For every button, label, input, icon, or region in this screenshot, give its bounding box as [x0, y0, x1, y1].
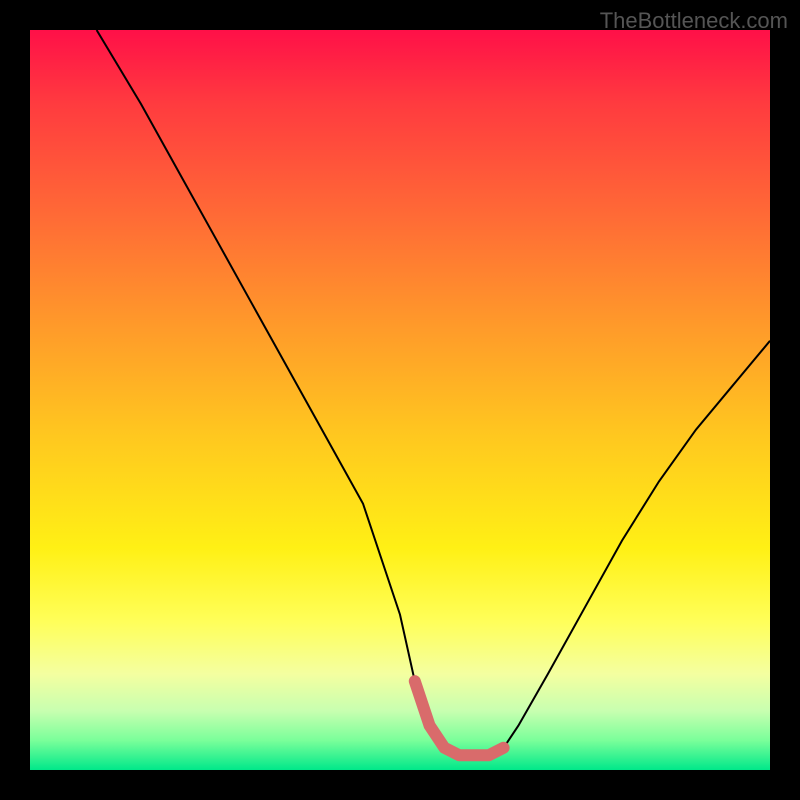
- chart-curve-svg: [30, 30, 770, 770]
- chart-highlight-segment: [415, 681, 504, 755]
- watermark-text: TheBottleneck.com: [600, 8, 788, 34]
- chart-main-curve: [97, 30, 770, 755]
- chart-plot-area: [30, 30, 770, 770]
